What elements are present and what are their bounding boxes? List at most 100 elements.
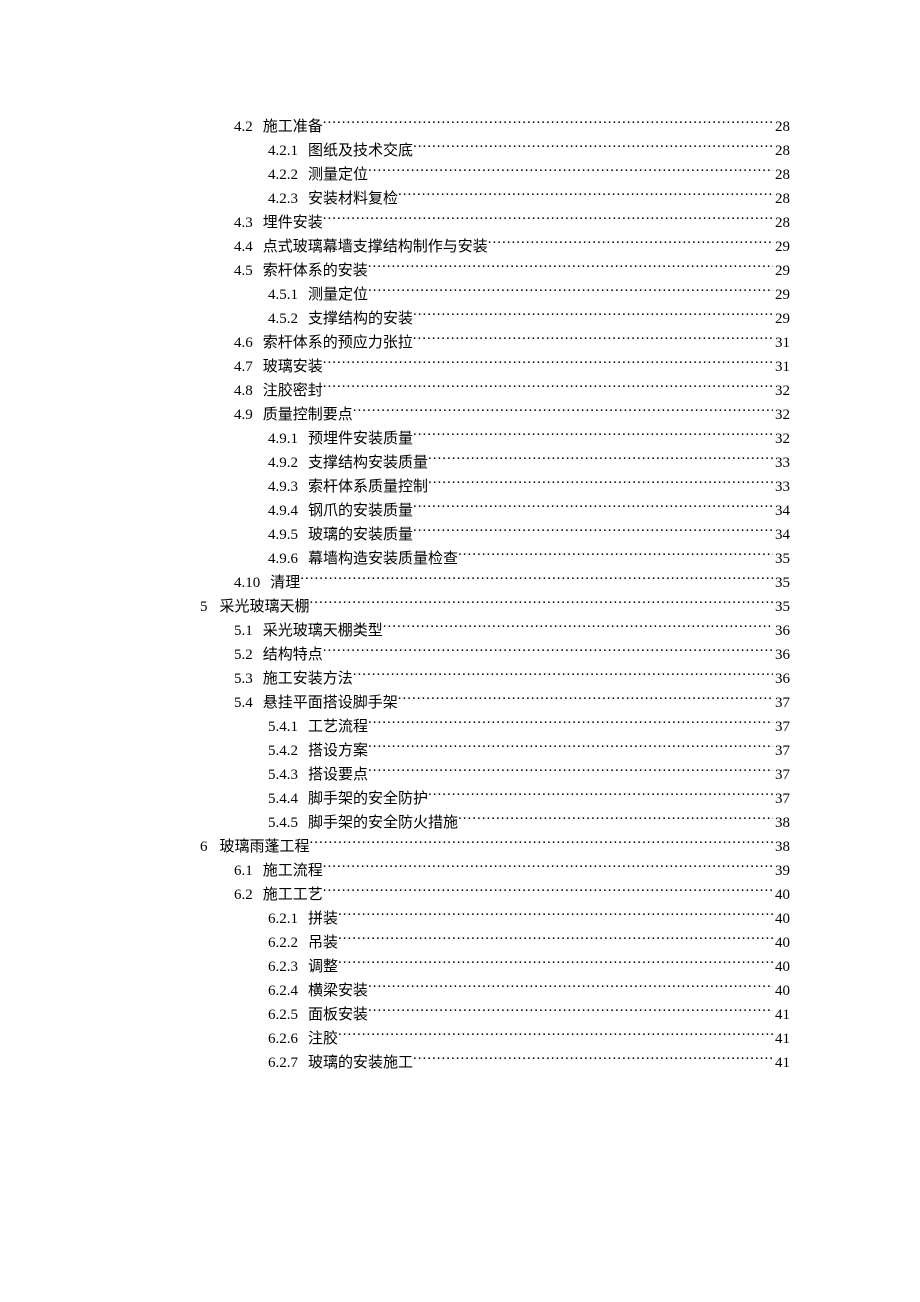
toc-entry-title: 幕墙构造安装质量检查	[308, 547, 458, 571]
toc-leader-dots	[368, 764, 773, 779]
toc-entry-number: 6	[200, 835, 208, 859]
toc-entry-title: 玻璃安装	[263, 355, 323, 379]
toc-leader-dots	[300, 572, 773, 587]
toc-leader-dots	[338, 956, 773, 971]
toc-entry-page: 34	[773, 499, 790, 523]
toc-entry-title: 图纸及技术交底	[308, 139, 413, 163]
toc-entry-title: 索杆体系的预应力张拉	[263, 331, 413, 355]
toc-entry: 5.3施工安装方法36	[200, 667, 790, 691]
toc-entry: 4.9.1预埋件安装质量32	[200, 427, 790, 451]
toc-entry: 4.9.6幕墙构造安装质量检查35	[200, 547, 790, 571]
toc-entry-page: 31	[773, 355, 790, 379]
toc-leader-dots	[368, 1004, 773, 1019]
toc-entry: 6玻璃雨蓬工程38	[200, 835, 790, 859]
toc-leader-dots	[368, 260, 773, 275]
toc-entry: 6.2.3调整40	[200, 955, 790, 979]
toc-entry-title: 脚手架的安全防火措施	[308, 811, 458, 835]
toc-leader-dots	[398, 692, 773, 707]
toc-entry: 5.1采光玻璃天棚类型36	[200, 619, 790, 643]
toc-entry-page: 36	[773, 667, 790, 691]
toc-entry-page: 41	[773, 1051, 790, 1075]
toc-entry-page: 33	[773, 475, 790, 499]
toc-leader-dots	[368, 716, 773, 731]
toc-entry-title: 采光玻璃天棚	[220, 595, 310, 619]
toc-entry: 5.4.2搭设方案37	[200, 739, 790, 763]
toc-entry-title: 预埋件安装质量	[308, 427, 413, 451]
toc-entry: 4.2.3安装材料复检28	[200, 187, 790, 211]
toc-entry-title: 吊装	[308, 931, 338, 955]
toc-entry: 4.2施工准备28	[200, 115, 790, 139]
toc-entry: 4.9.2支撑结构安装质量33	[200, 451, 790, 475]
toc-entry-page: 33	[773, 451, 790, 475]
toc-entry-page: 40	[773, 931, 790, 955]
toc-leader-dots	[353, 404, 773, 419]
toc-entry-title: 索杆体系的安装	[263, 259, 368, 283]
toc-entry-number: 6.2.7	[268, 1051, 298, 1075]
toc-entry-number: 5.2	[234, 643, 253, 667]
toc-entry-title: 玻璃的安装质量	[308, 523, 413, 547]
toc-entry-title: 埋件安装	[263, 211, 323, 235]
toc-entry-number: 6.2.4	[268, 979, 298, 1003]
toc-entry: 5.2结构特点36	[200, 643, 790, 667]
toc-entry: 4.9.3 索杆体系质量控制 33	[200, 475, 790, 499]
toc-entry: 6.2.7玻璃的安装施工41	[200, 1051, 790, 1075]
toc-entry-page: 28	[773, 163, 790, 187]
toc-leader-dots	[428, 788, 773, 803]
toc-entry-page: 35	[773, 571, 790, 595]
toc-entry-number: 4.3	[234, 211, 253, 235]
toc-entry: 4.2.1图纸及技术交底28	[200, 139, 790, 163]
toc-entry: 4.7 玻璃安装 31	[200, 355, 790, 379]
toc-leader-dots	[398, 188, 773, 203]
toc-entry-number: 6.2.1	[268, 907, 298, 931]
toc-entry-page: 40	[773, 883, 790, 907]
toc-leader-dots	[413, 332, 773, 347]
toc-leader-dots	[338, 1028, 773, 1043]
toc-entry: 6.2.2吊装40	[200, 931, 790, 955]
toc-entry-page: 36	[773, 643, 790, 667]
toc-entry: 4.3埋件安装28	[200, 211, 790, 235]
toc-entry-number: 6.2	[234, 883, 253, 907]
toc-leader-dots	[413, 524, 773, 539]
toc-entry-number: 6.1	[234, 859, 253, 883]
toc-leader-dots	[338, 932, 773, 947]
toc-leader-dots	[323, 884, 773, 899]
toc-leader-dots	[413, 1052, 773, 1067]
toc-entry-page: 40	[773, 979, 790, 1003]
toc-entry-page: 31	[773, 331, 790, 355]
toc-entry-number: 5	[200, 595, 208, 619]
toc-entry-number: 4.9.3	[268, 475, 298, 499]
toc-entry-title: 注胶密封	[263, 379, 323, 403]
toc-leader-dots	[413, 308, 773, 323]
toc-entry-title: 索杆体系质量控制	[308, 475, 428, 499]
toc-leader-dots	[428, 452, 773, 467]
toc-entry-number: 4.2.2	[268, 163, 298, 187]
toc-leader-dots	[368, 284, 773, 299]
toc-entry-number: 4.10	[234, 571, 260, 595]
toc-entry-title: 面板安装	[308, 1003, 368, 1027]
toc-entry-title: 支撑结构的安装	[308, 307, 413, 331]
toc-entry-page: 36	[773, 619, 790, 643]
toc-entry-number: 4.5.2	[268, 307, 298, 331]
toc-entry: 4.9质量控制要点32	[200, 403, 790, 427]
toc-entry-number: 4.5	[234, 259, 253, 283]
toc-entry: 4.2.2测量定位28	[200, 163, 790, 187]
toc-entry-title: 搭设方案	[308, 739, 368, 763]
toc-entry-title: 拼装	[308, 907, 338, 931]
toc-entry-page: 37	[773, 715, 790, 739]
toc-entry-page: 35	[773, 547, 790, 571]
toc-leader-dots	[458, 548, 773, 563]
toc-entry-title: 施工流程	[263, 859, 323, 883]
toc-entry: 5.4.5脚手架的安全防火措施38	[200, 811, 790, 835]
toc-leader-dots	[428, 476, 773, 491]
toc-entry: 4.5索杆体系的安装29	[200, 259, 790, 283]
toc-entry-title: 搭设要点	[308, 763, 368, 787]
toc-entry-page: 28	[773, 187, 790, 211]
toc-entry-number: 6.2.6	[268, 1027, 298, 1051]
toc-entry: 6.2施工工艺40	[200, 883, 790, 907]
toc-entry-number: 4.7	[234, 355, 253, 379]
toc-entry-title: 点式玻璃幕墙支撑结构制作与安装	[263, 235, 488, 259]
toc-entry-title: 支撑结构安装质量	[308, 451, 428, 475]
toc-entry-number: 4.4	[234, 235, 253, 259]
toc-entry-number: 4.6	[234, 331, 253, 355]
toc-entry-title: 施工准备	[263, 115, 323, 139]
